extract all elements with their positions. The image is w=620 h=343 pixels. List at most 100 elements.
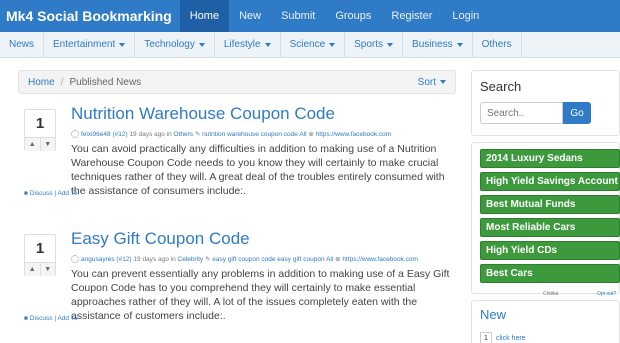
sponsored-link[interactable]: High Yield Savings Account (480, 172, 620, 191)
breadcrumb: Home / Published News Sort (18, 70, 456, 94)
nav-groups[interactable]: Groups (325, 0, 381, 32)
category-label: Business (412, 39, 453, 50)
story-user[interactable]: angusayres (#12) (81, 256, 132, 263)
story-actions: ■ Discuss | Add To (24, 315, 78, 322)
search-go-button[interactable]: Go (563, 102, 591, 124)
add-to-link[interactable]: Add To (57, 315, 77, 322)
story-actions: ■ Discuss | Add To (24, 190, 78, 197)
thumbs-down-icon[interactable]: ▼ (39, 263, 55, 276)
sort-dropdown[interactable]: Sort (418, 77, 446, 88)
new-panel: New 1 click here (471, 300, 620, 343)
sponsored-link[interactable]: Best Mutual Funds (480, 195, 620, 214)
nav-login[interactable]: Login (442, 0, 489, 32)
category-science[interactable]: Science (281, 32, 346, 57)
main-content: Home / Published News Sort 1 ▲ ▼ Nutriti… (18, 70, 456, 343)
story-source[interactable]: https://www.facebook.com (316, 131, 392, 138)
vote-buttons: ▲ ▼ (25, 137, 55, 151)
story-item: 1 ▲ ▼ Nutrition Warehouse Coupon Code fe… (18, 104, 456, 229)
add-to-link[interactable]: Add To (57, 190, 77, 197)
category-bar: News Entertainment Technology Lifestyle … (0, 32, 620, 58)
category-label: Entertainment (53, 39, 116, 50)
caret-down-icon (264, 42, 271, 47)
nav-home[interactable]: Home (179, 0, 230, 32)
new-item-link[interactable]: click here (496, 335, 526, 342)
search-heading: Search (480, 79, 522, 94)
story-title[interactable]: Easy Gift Coupon Code (71, 229, 250, 249)
caret-down-icon (329, 42, 336, 47)
category-label: Sports (354, 39, 384, 50)
sort-label: Sort (417, 76, 436, 88)
caret-down-icon (440, 80, 446, 84)
thumbs-up-icon[interactable]: ▲ (25, 263, 40, 276)
category-business[interactable]: Business (403, 32, 473, 57)
story-meta: angusayres (#12) 19 days ago in Celebrit… (71, 255, 418, 263)
nav-new[interactable]: New (229, 0, 271, 32)
category-sports[interactable]: Sports (345, 32, 404, 57)
link-icon: ⊕ (308, 131, 314, 138)
sidebar: Search Go 2014 Luxury Sedans High Yield … (471, 70, 620, 294)
comment-icon: ■ (24, 315, 28, 322)
opt-out-link[interactable]: Opt out? (597, 291, 616, 297)
breadcrumb-home[interactable]: Home (28, 77, 55, 88)
user-avatar-icon (71, 130, 79, 138)
story-user[interactable]: felxi96e48 (#12) (81, 131, 128, 138)
story-time: 19 days ago in (129, 131, 172, 138)
user-avatar-icon (71, 255, 79, 263)
story-tags[interactable]: easy gift coupon code easy gift coupon A… (212, 256, 333, 263)
category-technology[interactable]: Technology (135, 32, 215, 57)
category-entertainment[interactable]: Entertainment (44, 32, 136, 57)
category-lifestyle[interactable]: Lifestyle (215, 32, 281, 57)
chitika-label: Chitika (543, 291, 559, 297)
vote-buttons: ▲ ▼ (25, 262, 55, 276)
main-nav: Home New Submit Groups Register Login (179, 0, 490, 32)
category-others[interactable]: Others (473, 32, 522, 57)
vote-box: 1 ▲ ▼ (24, 109, 56, 151)
vote-count: 1 (35, 240, 45, 257)
category-label: Science (289, 39, 326, 50)
story-title[interactable]: Nutrition Warehouse Coupon Code (71, 104, 335, 124)
caret-down-icon (198, 42, 205, 47)
sponsored-link[interactable]: Best Cars (480, 264, 620, 283)
site-brand[interactable]: Mk4 Social Bookmarking (0, 0, 180, 32)
story-body: You can avoid practically any difficulti… (71, 143, 445, 197)
story-meta: felxi96e48 (#12) 19 days ago in Others ✎… (71, 130, 391, 138)
breadcrumb-separator: / (60, 76, 64, 88)
thumbs-up-icon[interactable]: ▲ (25, 138, 40, 151)
tag-icon: ✎ (204, 256, 211, 263)
category-label: Technology (144, 39, 195, 50)
discuss-link[interactable]: Discuss (30, 190, 53, 197)
sponsored-link[interactable]: 2014 Luxury Sedans (480, 149, 620, 168)
story-source[interactable]: https://www.facebook.com (342, 256, 418, 263)
link-icon: ⊕ (335, 256, 341, 263)
nav-register[interactable]: Register (381, 0, 442, 32)
breadcrumb-current: Published News (69, 76, 142, 88)
search-panel: Search Go (471, 70, 620, 136)
new-list-item: 1 click here (480, 332, 611, 343)
vote-count: 1 (35, 115, 45, 132)
category-news[interactable]: News (0, 32, 45, 57)
top-navbar: Mk4 Social Bookmarking Home New Submit G… (0, 0, 620, 32)
sponsored-link[interactable]: Most Reliable Cars (480, 218, 620, 237)
story-tags[interactable]: nutrition warehouse coupon code All (202, 131, 306, 138)
nav-submit[interactable]: Submit (271, 0, 325, 32)
thumbs-down-icon[interactable]: ▼ (39, 138, 55, 151)
new-heading[interactable]: New (480, 307, 611, 322)
search-input[interactable] (480, 102, 563, 124)
search-form: Go (480, 102, 611, 124)
sponsored-link[interactable]: High Yield CDs (480, 241, 620, 260)
story-category[interactable]: Celebrity (178, 256, 204, 263)
discuss-link[interactable]: Discuss (30, 315, 53, 322)
story-item: 1 ▲ ▼ Easy Gift Coupon Code angusayres (… (18, 229, 456, 343)
story-category[interactable]: Others (174, 131, 194, 138)
caret-down-icon (456, 42, 463, 47)
story-time: 19 days ago in (133, 256, 176, 263)
story-body: You can prevent essentially any problems… (71, 268, 450, 322)
caret-down-icon (119, 42, 126, 47)
category-label: Others (481, 39, 512, 50)
vote-box: 1 ▲ ▼ (24, 234, 56, 276)
mini-vote-count: 1 (480, 332, 492, 343)
category-label: Lifestyle (223, 39, 261, 50)
sponsored-links-panel: 2014 Luxury Sedans High Yield Savings Ac… (471, 142, 620, 294)
category-label: News (9, 39, 35, 50)
tag-icon: ✎ (194, 131, 201, 138)
